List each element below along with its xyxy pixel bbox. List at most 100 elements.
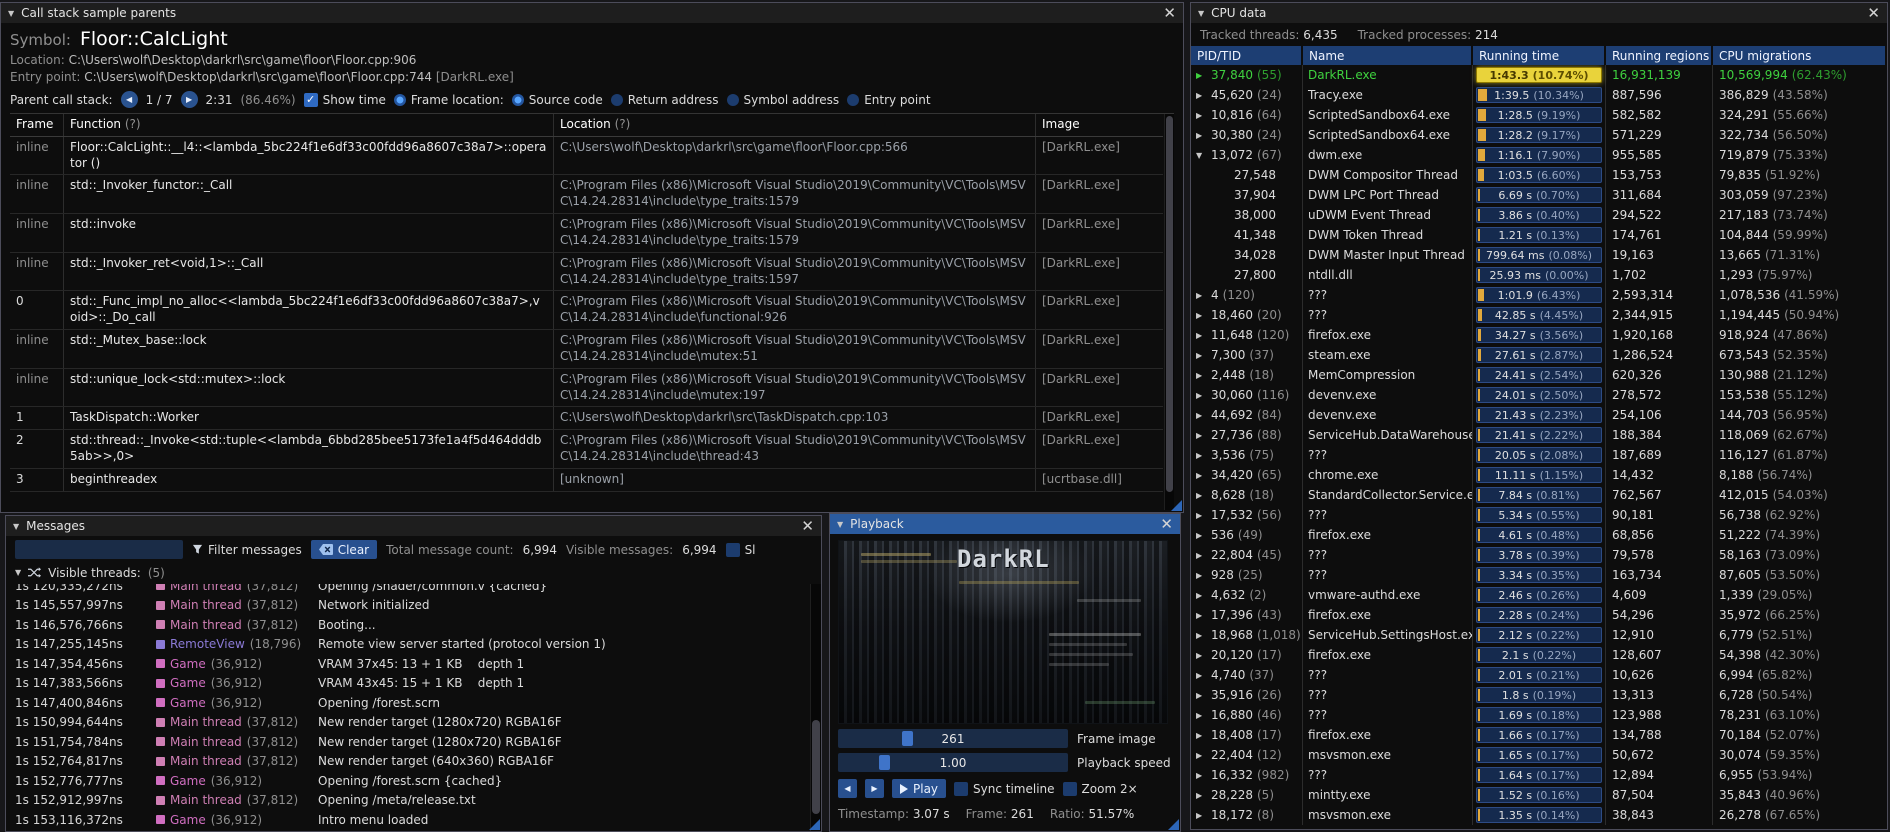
cpu-row[interactable]: ▶ 18,460 (20)??? 42.85 s (4.45%) 2,344,915 1,1… (1191, 305, 1887, 325)
callstack-row[interactable]: inline std::_Mutex_base::lock C:\Program F… (10, 330, 1163, 369)
close-icon[interactable]: ✕ (1163, 5, 1176, 21)
scrollbar-thumb[interactable] (1166, 116, 1173, 493)
cpu-row[interactable]: 41,348 DWM Token Thread 1.21 s (0.13%) 174,7… (1191, 225, 1887, 245)
callstack-row[interactable]: inline std::_Invoker_functor::_Call C:\Pro… (10, 175, 1163, 215)
message-row[interactable]: 1s 152,776,777ns Game (36,912) Opening /for… (6, 771, 808, 791)
radio-source-code[interactable]: Source code (511, 93, 603, 107)
expand-row-icon[interactable]: ▶ (1196, 111, 1207, 120)
col-header-image[interactable]: Image (1036, 114, 1163, 136)
cpu-row[interactable]: ▶ 27,736 (88) ServiceHub.DataWarehouseHost.… (1191, 425, 1887, 445)
callstack-scrollbar[interactable] (1164, 114, 1174, 510)
col-header-function[interactable]: Function (?) (64, 114, 554, 136)
cpu-row[interactable]: ▶ 35,916 (26)??? 1.8 s (0.19%) 13,313 6,728 (50… (1191, 685, 1887, 705)
expand-row-icon[interactable]: ▶ (1196, 591, 1207, 600)
cpu-titlebar[interactable]: ▼ CPU data ✕ (1191, 3, 1887, 23)
expand-row-icon[interactable]: ▶ (1196, 631, 1207, 640)
cpu-row[interactable]: ▶ 928 (25)??? 3.34 s (0.35%) 163,734 87,605 (53… (1191, 565, 1887, 585)
cpu-row[interactable]: ▼ 13,072 (67) dwm.exe 1:16.1 (7.90%) 955,585 71… (1191, 145, 1887, 165)
expand-row-icon[interactable]: ▶ (1196, 651, 1207, 660)
message-row[interactable]: 1s 150,994,644ns Main thread (37,812) New r… (6, 713, 808, 733)
resize-grip[interactable] (1171, 500, 1182, 511)
collapse-row-icon[interactable]: ▼ (1196, 151, 1207, 160)
cpu-row[interactable]: ▶ 45,620 (24) Tracy.exe 1:39.5 (10.34%) 887,59… (1191, 85, 1887, 105)
cpu-row[interactable]: ▶ 22,404 (12) msvsmon.exe 1.65 s (0.17%) 50,67… (1191, 745, 1887, 765)
callstack-row[interactable]: inline std::invoke C:\Program Files (x86)\… (10, 214, 1163, 253)
cpu-row[interactable]: ▶ 536 (49) firefox.exe 4.61 s (0.48%) 68,856 51… (1191, 525, 1887, 545)
expand-row-icon[interactable]: ▶ (1196, 691, 1207, 700)
callstack-row[interactable]: 3 beginthreadex [unknown] [ucrtbase.dll] (10, 468, 1163, 492)
scrollbar-thumb[interactable] (812, 719, 820, 814)
cpu-row[interactable]: 27,548 DWM Compositor Thread 1:03.5 (6.60%)… (1191, 165, 1887, 185)
callstack-row[interactable]: inline std::unique_lock<std::mutex>::lock… (10, 368, 1163, 408)
cpu-row[interactable]: ▶ 16,332 (982)??? 1.64 s (0.17%) 12,894 6,955(… (1191, 765, 1887, 785)
expand-row-icon[interactable]: ▶ (1196, 551, 1207, 560)
show-time-checkbox[interactable]: ✓ Show time (303, 92, 386, 107)
expand-row-icon[interactable]: ▶ (1196, 531, 1207, 540)
expand-row-icon[interactable]: ▶ (1196, 751, 1207, 760)
playback-titlebar[interactable]: ▼ Playback ✕ (830, 514, 1180, 534)
radio-return-address[interactable]: Return address (610, 93, 719, 107)
callstack-row[interactable]: inline Floor::CalcLight::__l4::<lambda_5b… (10, 136, 1163, 176)
callstack-row[interactable]: 0 std::_Func_impl_no_alloc<<lambda_5bc224… (10, 291, 1163, 331)
cpu-row[interactable]: ▶ 28,228 (5) mintty.exe 1.52 s (0.16%) 87,504 3… (1191, 785, 1887, 805)
expand-row-icon[interactable]: ▶ (1196, 571, 1207, 580)
radio-entry-point[interactable]: Entry point (847, 93, 931, 107)
col-header-frame[interactable]: Frame (10, 114, 64, 136)
cpu-row[interactable]: ▶ 30,380 (24) ScriptedSandbox64.exe 1:28.2 (9… (1191, 125, 1887, 145)
message-filter-input[interactable] (15, 540, 183, 559)
close-icon[interactable]: ✕ (1867, 5, 1880, 21)
col-header-name[interactable]: Name (1303, 46, 1473, 65)
expand-row-icon[interactable]: ▶ (1196, 291, 1207, 300)
message-row[interactable]: 1s 152,912,997ns Main thread (37,812) Openi… (6, 791, 808, 811)
col-header-cpu-migrations[interactable]: CPU migrations (1713, 46, 1887, 65)
clipped-checkbox[interactable]: Sl (725, 542, 756, 557)
cpu-row[interactable]: ▶ 2,448 (18) MemCompression 24.41 s (2.54%) 62… (1191, 365, 1887, 385)
cpu-row[interactable]: ▶ 10,816 (64) ScriptedSandbox64.exe 1:28.5 (9… (1191, 105, 1887, 125)
cpu-row[interactable]: ▶ 20,120 (17) firefox.exe 2.1 s (0.22%) 128,60… (1191, 645, 1887, 665)
col-header-location[interactable]: Location (?) (554, 114, 1036, 136)
collapse-icon[interactable]: ▼ (1198, 9, 1204, 18)
cpu-row[interactable]: ▶ 17,532 (56)??? 5.34 s (0.55%) 90,181 56,738(… (1191, 505, 1887, 525)
radio-symbol-address[interactable]: Symbol address (726, 93, 839, 107)
next-parent-button[interactable]: ▶ (180, 91, 198, 108)
expand-row-icon[interactable]: ▶ (1196, 71, 1207, 80)
next-frame-button[interactable]: ▶ (865, 779, 884, 798)
cpu-row[interactable]: ▶ 8,628 (18) StandardCollector.Service.exe 7… (1191, 485, 1887, 505)
expand-row-icon[interactable]: ▶ (1196, 731, 1207, 740)
callstack-row[interactable]: 1 TaskDispatch::Worker C:\Users\wolf\Deskt… (10, 407, 1163, 431)
expand-row-icon[interactable]: ▶ (1196, 471, 1207, 480)
cpu-row[interactable]: ▶ 17,396 (43) firefox.exe 2.28 s (0.24%) 54,29… (1191, 605, 1887, 625)
message-row[interactable]: 1s 147,400,846ns Game (36,912) Opening /for… (6, 693, 808, 713)
expand-row-icon[interactable]: ▶ (1196, 711, 1207, 720)
expand-row-icon[interactable]: ▶ (1196, 811, 1207, 820)
resize-grip[interactable] (809, 819, 820, 830)
messages-titlebar[interactable]: ▼ Messages ✕ (6, 516, 821, 536)
chevron-down-icon[interactable]: ▼ (15, 568, 21, 577)
play-button[interactable]: Play (892, 779, 947, 798)
message-row[interactable]: 1s 147,354,456ns Game (36,912) VRAM 37x45: … (6, 654, 808, 674)
cpu-row[interactable]: ▶ 22,804 (45)??? 3.78 s (0.39%) 79,578 58,163(… (1191, 545, 1887, 565)
resize-grip[interactable] (1168, 819, 1179, 830)
zoom-2x-checkbox[interactable]: Zoom 2× (1062, 781, 1138, 796)
expand-row-icon[interactable]: ▶ (1196, 491, 1207, 500)
message-row[interactable]: 1s 145,557,997ns Main thread (37,812) Netwo… (6, 596, 808, 616)
collapse-icon[interactable]: ▼ (13, 522, 19, 531)
expand-row-icon[interactable]: ▶ (1196, 671, 1207, 680)
collapse-icon[interactable]: ▼ (8, 9, 14, 18)
playback-speed-slider[interactable]: 1.00 (838, 753, 1068, 772)
expand-row-icon[interactable]: ▶ (1196, 371, 1207, 380)
expand-row-icon[interactable]: ▶ (1196, 511, 1207, 520)
cpu-row[interactable]: ▶ 37,840 (55) DarkRL.exe 1:43.3 (10.74%) 16,93… (1191, 65, 1887, 85)
close-icon[interactable]: ✕ (1160, 516, 1173, 532)
cpu-row[interactable]: ▶ 3,536 (75)??? 20.05 s (2.08%) 187,689 116,12… (1191, 445, 1887, 465)
cpu-row[interactable]: 37,904 DWM LPC Port Thread 6.69 s (0.70%) 31… (1191, 185, 1887, 205)
expand-row-icon[interactable]: ▶ (1196, 791, 1207, 800)
cpu-row[interactable]: ▶ 18,968 (1,018) ServiceHub.SettingsHost.ex… (1191, 625, 1887, 645)
cpu-row[interactable]: ▶ 11,648 (120) firefox.exe 34.27 s (3.56%) 1,9… (1191, 325, 1887, 345)
cpu-row[interactable]: ▶ 18,172 (8) msvsmon.exe 1.35 s (0.14%) 38,843… (1191, 805, 1887, 825)
message-row[interactable]: 1s 147,255,145ns RemoteView (18,796) Remote… (6, 635, 808, 655)
clear-button[interactable]: Clear (310, 540, 378, 559)
expand-row-icon[interactable]: ▶ (1196, 311, 1207, 320)
col-header-running-regions[interactable]: Running regions (1606, 46, 1713, 65)
cpu-row[interactable]: ▶ 44,692 (84) devenv.exe 21.43 s (2.23%) 254,1… (1191, 405, 1887, 425)
